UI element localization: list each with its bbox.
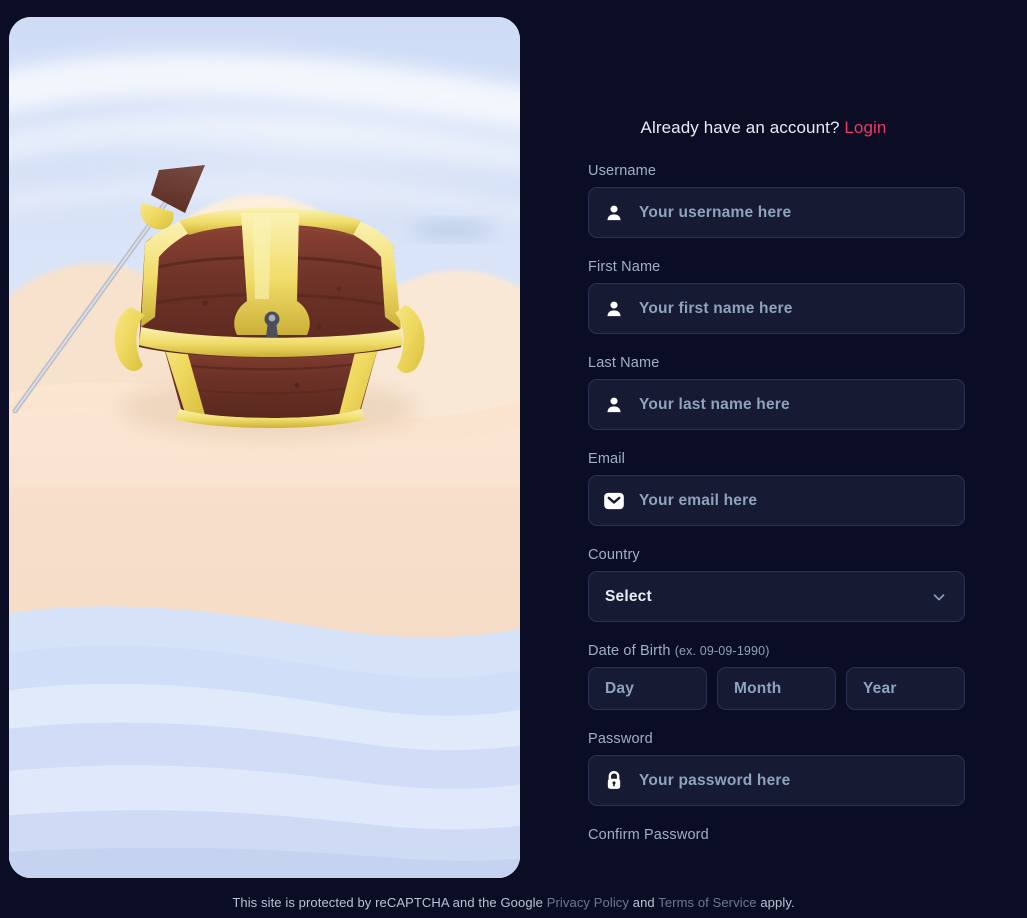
login-link[interactable]: Login — [844, 118, 886, 137]
field-group-password: Password Your password here — [588, 731, 965, 806]
field-group-first-name: First Name Your first name here — [588, 259, 965, 334]
label-password: Password — [588, 731, 653, 747]
account-prompt-row: Already have an account? Login — [540, 118, 987, 138]
form-fields: Username Your username here First Name Y… — [588, 163, 965, 851]
select-country[interactable]: Select — [588, 571, 965, 622]
input-password-placeholder: Your password here — [639, 771, 791, 789]
envelope-icon — [603, 490, 625, 512]
input-email-placeholder: Your email here — [639, 491, 758, 509]
label-dob-hint: (ex. 09-09-1990) — [674, 644, 770, 658]
input-dob-day-placeholder: Day — [605, 679, 635, 697]
label-country: Country — [588, 547, 640, 563]
input-first-name-placeholder: Your first name here — [639, 299, 793, 317]
recaptcha-footer: This site is protected by reCAPTCHA and … — [0, 895, 1027, 910]
input-last-name[interactable]: Your last name here — [588, 379, 965, 430]
signup-page: Already have an account? Login Username … — [0, 0, 1027, 918]
input-first-name[interactable]: Your first name here — [588, 283, 965, 334]
input-dob-month[interactable]: Month — [717, 667, 836, 710]
privacy-policy-link[interactable]: Privacy Policy — [547, 895, 629, 910]
terms-of-service-link[interactable]: Terms of Service — [658, 895, 756, 910]
footer-text-1: This site is protected by reCAPTCHA and … — [232, 895, 543, 910]
hero-illustration — [9, 17, 520, 878]
dob-inputs-row: Day Month Year — [588, 667, 965, 710]
input-dob-year[interactable]: Year — [846, 667, 965, 710]
input-dob-year-placeholder: Year — [863, 679, 897, 697]
chevron-down-icon — [930, 588, 948, 606]
field-group-last-name: Last Name Your last name here — [588, 355, 965, 430]
field-group-email: Email Your email here — [588, 451, 965, 526]
label-date-of-birth: Date of Birth (ex. 09-09-1990) — [588, 643, 965, 659]
footer-text-3: apply. — [760, 895, 795, 910]
label-first-name: First Name — [588, 259, 661, 275]
field-group-country: Country Select — [588, 547, 965, 622]
person-icon — [603, 394, 625, 416]
person-icon — [603, 202, 625, 224]
account-prompt-text: Already have an account? — [640, 118, 840, 137]
field-group-confirm-password: Confirm Password — [588, 827, 965, 843]
lock-icon — [603, 770, 625, 792]
field-group-date-of-birth: Date of Birth (ex. 09-09-1990) Day Month… — [588, 643, 965, 710]
input-username[interactable]: Your username here — [588, 187, 965, 238]
select-country-value: Select — [605, 587, 652, 605]
input-dob-month-placeholder: Month — [734, 679, 782, 697]
field-group-username: Username Your username here — [588, 163, 965, 238]
person-icon — [603, 298, 625, 320]
input-username-placeholder: Your username here — [639, 203, 792, 221]
input-email[interactable]: Your email here — [588, 475, 965, 526]
label-last-name: Last Name — [588, 355, 660, 371]
label-dob-text: Date of Birth — [588, 643, 671, 659]
footer-text-2: and — [632, 895, 655, 910]
treasure-chest-illustration — [9, 17, 520, 878]
input-last-name-placeholder: Your last name here — [639, 395, 790, 413]
label-email: Email — [588, 451, 626, 467]
label-username: Username — [588, 163, 657, 179]
input-dob-day[interactable]: Day — [588, 667, 707, 710]
label-confirm-password: Confirm Password — [588, 827, 709, 843]
signup-form-panel: Already have an account? Login Username … — [540, 0, 1027, 918]
input-password[interactable]: Your password here — [588, 755, 965, 806]
